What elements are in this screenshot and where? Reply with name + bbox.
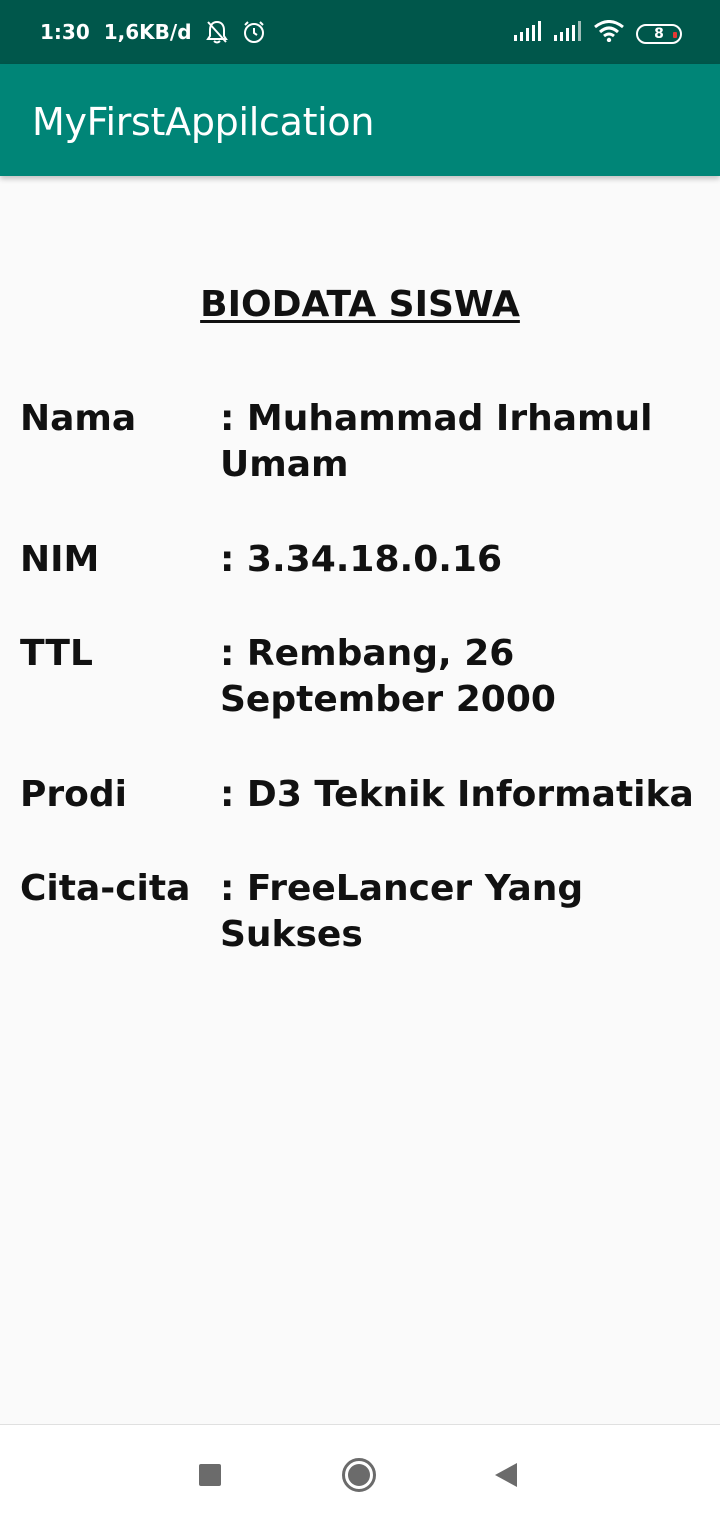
circle-icon bbox=[342, 1458, 376, 1492]
row-value: : D3 Teknik Informatika bbox=[220, 774, 694, 815]
battery-low-indicator bbox=[673, 31, 677, 38]
app-title: MyFirstAppilcation bbox=[32, 100, 375, 144]
data-speed: 1,6KB/d bbox=[103, 20, 192, 44]
battery-icon: 8 bbox=[636, 23, 682, 44]
row-label: NIM bbox=[20, 539, 100, 580]
bell-off-icon bbox=[205, 20, 228, 44]
square-icon bbox=[199, 1464, 221, 1486]
nav-bar bbox=[0, 1424, 720, 1520]
row-label: Nama bbox=[20, 398, 137, 439]
row-label: TTL bbox=[20, 633, 93, 674]
app-bar: MyFirstAppilcation bbox=[0, 64, 720, 176]
status-right: 8 bbox=[514, 20, 682, 47]
row-label: Cita-cita bbox=[20, 868, 191, 909]
row-label: Prodi bbox=[20, 774, 127, 815]
recents-button[interactable] bbox=[190, 1455, 230, 1495]
signal-icon bbox=[554, 21, 582, 46]
status-bar: 1:30 1,6KB/d 8 bbox=[0, 0, 720, 64]
back-triangle-icon bbox=[495, 1463, 517, 1487]
wifi-icon bbox=[594, 20, 624, 47]
row-value: : FreeLancer Yang Sukses bbox=[220, 868, 584, 955]
page-heading: BIODATA SISWA bbox=[200, 284, 520, 325]
alarm-icon bbox=[242, 20, 266, 44]
row-value: : Rembang, 26 September 2000 bbox=[220, 633, 556, 720]
home-button[interactable] bbox=[339, 1455, 379, 1495]
row-value: : 3.34.18.0.16 bbox=[220, 539, 503, 580]
status-time: 1:30 bbox=[40, 20, 90, 44]
battery-level: 8 bbox=[654, 25, 664, 42]
back-button[interactable] bbox=[486, 1455, 526, 1495]
signal-icon bbox=[514, 21, 542, 46]
status-left: 1:30 1,6KB/d bbox=[40, 20, 266, 44]
row-value: : Muhammad Irhamul Umam bbox=[220, 398, 653, 485]
main-content: BIODATA SISWA Nama : Muhammad Irhamul Um… bbox=[0, 176, 720, 1424]
